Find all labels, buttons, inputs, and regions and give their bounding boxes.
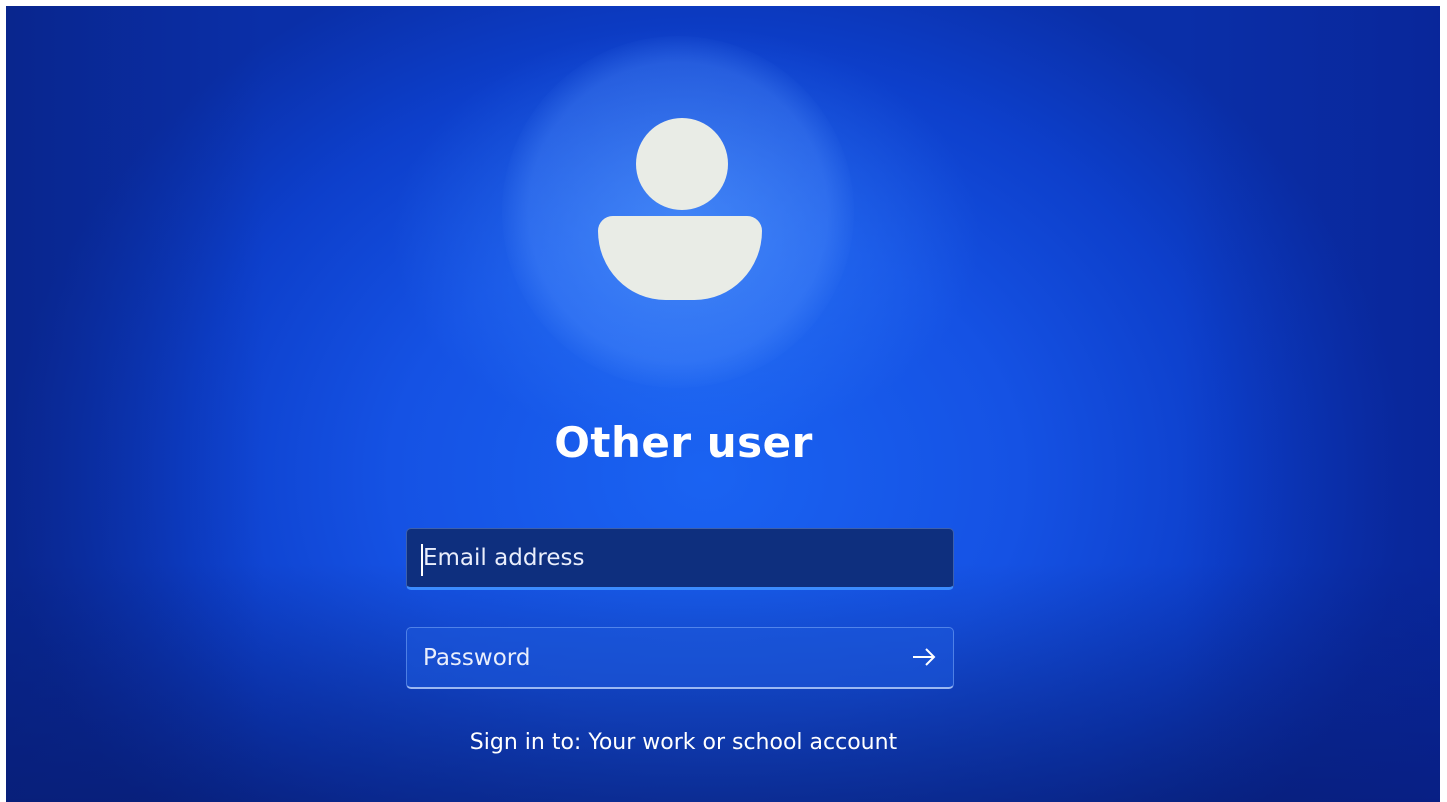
email-placeholder: Email address <box>423 545 585 571</box>
arrow-right-icon[interactable] <box>909 642 939 672</box>
avatar-circle <box>502 36 854 388</box>
lock-screen: Other user Email address Password Sign i… <box>6 6 1440 802</box>
password-field[interactable]: Password <box>406 627 954 689</box>
sign-in-target: Sign in to: Your work or school account <box>469 730 898 755</box>
account-title: Other user <box>554 418 813 467</box>
email-field[interactable]: Email address <box>406 528 954 590</box>
avatar-head <box>636 118 728 210</box>
password-placeholder: Password <box>423 644 531 671</box>
